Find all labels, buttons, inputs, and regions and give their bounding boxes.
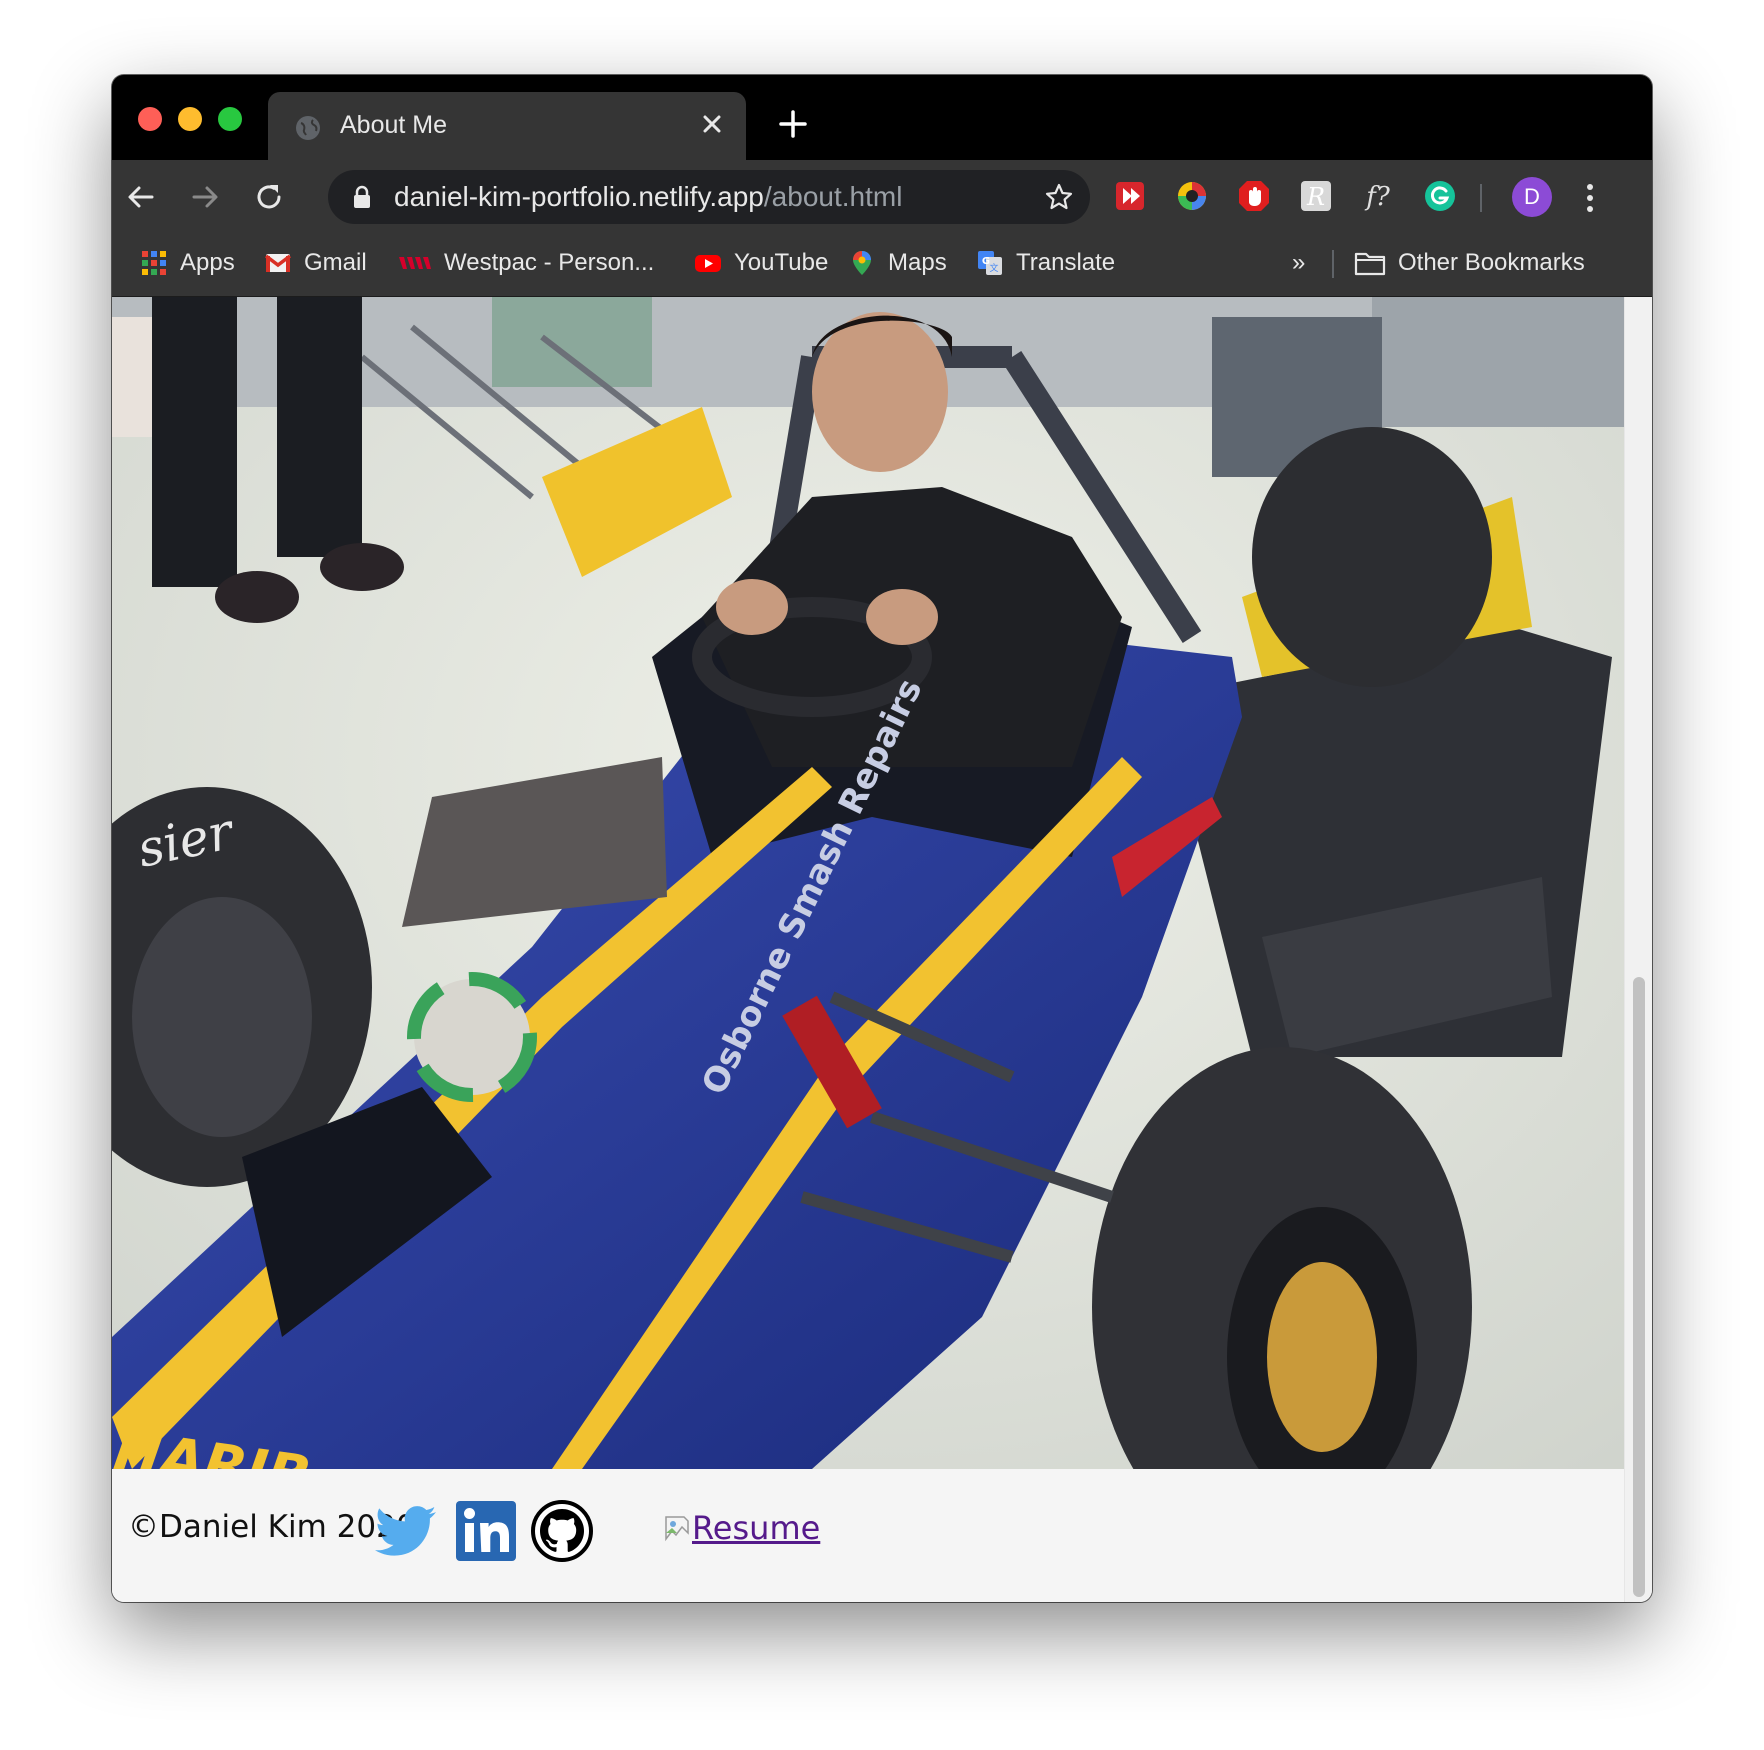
gmail-icon — [264, 254, 292, 272]
bookmarks-overflow-button[interactable]: » — [1292, 246, 1305, 280]
bookmark-other-bookmarks[interactable]: Other Bookmarks — [1354, 246, 1585, 280]
race-car-photo: Osborne Smash Repairs HARIB sier — [112, 297, 1624, 1469]
readwise-icon[interactable]: R — [1298, 178, 1334, 214]
bookmark-translate[interactable]: G 文 Translate — [976, 246, 1115, 280]
maximize-window-button[interactable] — [218, 107, 242, 131]
maps-icon — [853, 251, 871, 275]
linkedin-icon[interactable] — [452, 1497, 520, 1565]
twitter-icon[interactable] — [372, 1497, 440, 1565]
bookmark-label: Other Bookmarks — [1398, 249, 1585, 276]
bookmark-label: Gmail — [304, 249, 367, 276]
new-tab-icon[interactable] — [778, 109, 808, 139]
folder-icon — [1354, 252, 1386, 276]
globe-icon — [296, 116, 320, 140]
tab-about-me[interactable]: About Me — [268, 92, 746, 160]
youtube-icon — [695, 255, 721, 272]
bookmark-apps[interactable]: Apps — [140, 246, 235, 280]
svg-text:f?: f? — [1364, 182, 1391, 212]
scrollbar-thumb[interactable] — [1633, 977, 1645, 1597]
broken-image-icon — [665, 1516, 689, 1542]
minimize-window-button[interactable] — [178, 107, 202, 131]
reload-icon[interactable] — [252, 180, 286, 214]
overflow-chevron-icon: » — [1292, 249, 1306, 276]
translate-icon: G 文 — [978, 251, 1002, 275]
profile-avatar[interactable]: D — [1512, 177, 1552, 217]
kebab-menu-icon[interactable] — [1584, 180, 1596, 216]
back-arrow-icon[interactable] — [124, 180, 158, 214]
bookmark-label: Maps — [888, 249, 947, 276]
bookmark-label: Apps — [180, 249, 235, 276]
close-tab-icon[interactable] — [698, 110, 726, 138]
bookmark-westpac[interactable]: Westpac - Person... — [398, 246, 654, 280]
vertical-scrollbar[interactable] — [1624, 297, 1652, 1602]
bookmark-youtube[interactable]: YouTube — [694, 246, 828, 280]
tab-title: About Me — [340, 111, 448, 139]
bookmark-star-icon[interactable] — [1044, 182, 1074, 212]
svg-text:R: R — [1306, 183, 1325, 211]
westpac-icon — [399, 257, 431, 269]
page-viewport: Osborne Smash Repairs HARIB sier ©Daniel… — [112, 297, 1652, 1602]
toolbar-divider — [1480, 184, 1482, 212]
tab-strip: About Me — [112, 75, 1652, 160]
close-window-button[interactable] — [138, 107, 162, 131]
forward-arrow-icon[interactable] — [188, 180, 222, 214]
url-path: /about.html — [763, 181, 903, 212]
github-icon[interactable] — [528, 1497, 596, 1565]
grammarly-icon[interactable] — [1422, 178, 1458, 214]
lock-icon[interactable] — [352, 185, 372, 209]
bookmark-maps[interactable]: Maps — [848, 246, 947, 280]
bookmarks-bar: Apps Gmail Westpac - Person... YouTube M… — [112, 232, 1652, 297]
url-text[interactable]: daniel-kim-portfolio.netlify.app/about.h… — [394, 181, 902, 213]
browser-toolbar: daniel-kim-portfolio.netlify.app/about.h… — [112, 160, 1652, 232]
bookmark-label: Westpac - Person... — [444, 249, 655, 276]
bookmark-label: YouTube — [734, 249, 829, 276]
bookmarks-divider — [1332, 250, 1334, 278]
url-host: daniel-kim-portfolio.netlify.app — [394, 181, 764, 212]
resume-link-container: Resume — [664, 1509, 820, 1547]
address-bar[interactable]: daniel-kim-portfolio.netlify.app/about.h… — [328, 170, 1090, 224]
svg-text:文: 文 — [989, 262, 998, 274]
browser-window: About Me daniel-kim-portfolio.netlify.ap… — [112, 75, 1652, 1602]
bookmark-gmail[interactable]: Gmail — [264, 246, 367, 280]
bookmark-label: Translate — [1016, 249, 1116, 276]
adblock-icon[interactable] — [1236, 178, 1272, 214]
sharing-extension-icon[interactable] — [1112, 178, 1148, 214]
whatfont-icon[interactable]: f? — [1360, 178, 1396, 214]
color-picker-icon[interactable] — [1174, 178, 1210, 214]
page-footer: ©Daniel Kim 2020 Resume — [112, 1469, 1624, 1602]
apps-grid-icon — [142, 251, 166, 275]
resume-link[interactable]: Resume — [692, 1509, 820, 1547]
